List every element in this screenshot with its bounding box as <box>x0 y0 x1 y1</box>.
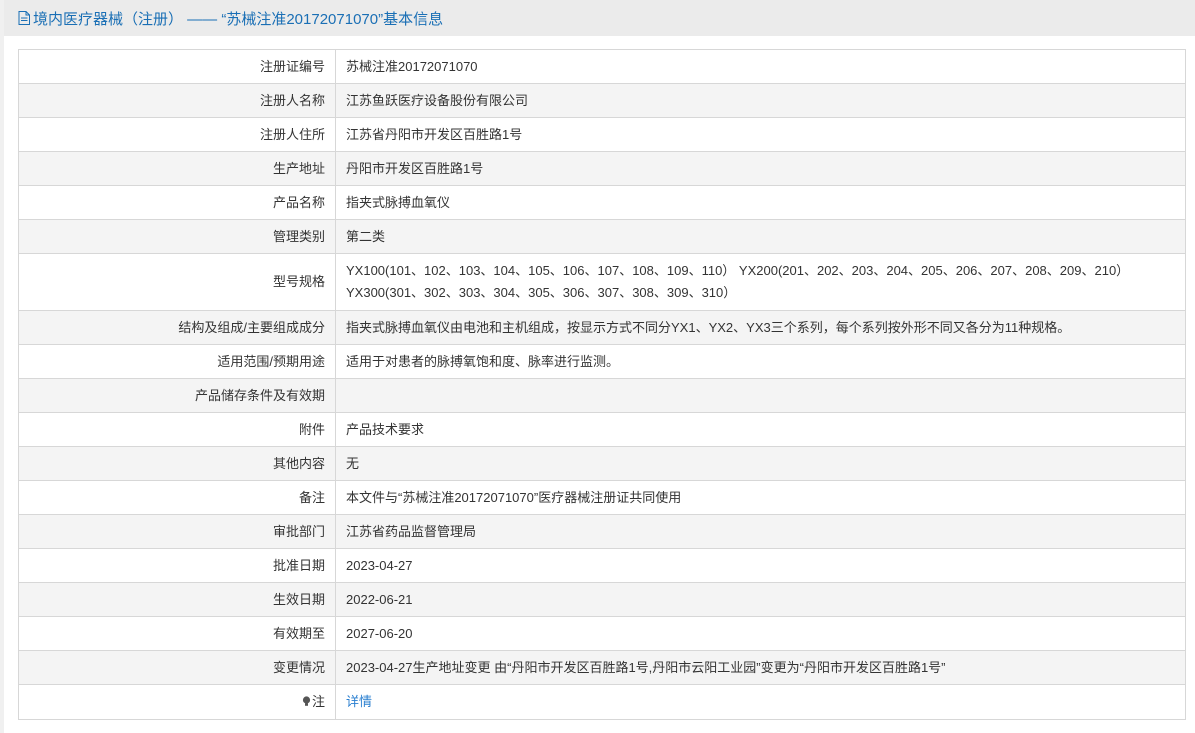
row-value: 苏械注准20172071070 <box>335 49 1186 84</box>
row-value: 无 <box>335 446 1186 481</box>
row-label: 型号规格 <box>18 253 336 311</box>
table-row: 生产地址 丹阳市开发区百胜路1号 <box>18 151 1186 186</box>
row-label: 生产地址 <box>18 151 336 186</box>
row-value: 2027-06-20 <box>335 616 1186 651</box>
note-row: 注 详情 <box>18 684 1186 720</box>
table-row: 注册证编号 苏械注准20172071070 <box>18 49 1186 84</box>
table-row: 其他内容无 <box>18 446 1186 481</box>
row-value: 2023-04-27 <box>335 548 1186 583</box>
row-label: 注册人住所 <box>18 117 336 152</box>
row-label: 管理类别 <box>18 219 336 254</box>
info-panel: 注册证编号 苏械注准20172071070 注册人名称 江苏鱼跃医疗设备股份有限公司注… <box>4 36 1195 733</box>
row-label: 批准日期 <box>18 548 336 583</box>
table-row: 附件 产品技术要求 <box>18 412 1186 447</box>
table-row: 有效期至 2027-06-20 <box>18 616 1186 651</box>
note-label: 注 <box>311 694 325 709</box>
detail-link[interactable]: 详情 <box>346 694 372 709</box>
row-value: 适用于对患者的脉搏氧饱和度、脉率进行监测。 <box>335 344 1186 379</box>
lightbulb-icon <box>302 696 311 706</box>
row-value: 丹阳市开发区百胜路1号 <box>335 151 1186 186</box>
table-row: 产品储存条件及有效期 <box>18 378 1186 413</box>
row-value: 江苏省丹阳市开发区百胜路1号 <box>335 117 1186 152</box>
row-label: 产品储存条件及有效期 <box>18 378 336 413</box>
table-row: 管理类别 第二类 <box>18 219 1186 254</box>
row-value: 本文件与“苏械注准20172071070”医疗器械注册证共同使用 <box>335 480 1186 515</box>
note-label-cell: 注 <box>18 684 336 720</box>
page-title: 境内医疗器械（注册） —— “苏械注准20172071070”基本信息 <box>33 10 444 28</box>
table-row: 适用范围/预期用途 适用于对患者的脉搏氧饱和度、脉率进行监测。 <box>18 344 1186 379</box>
row-value: 指夹式脉搏血氧仪由电池和主机组成，按显示方式不同分YX1、YX2、YX3三个系列… <box>335 310 1186 345</box>
row-label: 结构及组成/主要组成成分 <box>18 310 336 345</box>
row-label: 产品名称 <box>18 185 336 220</box>
table-row: 审批部门 江苏省药品监督管理局 <box>18 514 1186 549</box>
row-label: 变更情况 <box>18 650 336 685</box>
row-label: 注册人名称 <box>18 83 336 118</box>
row-value: 第二类 <box>335 219 1186 254</box>
table-row: 备注 本文件与“苏械注准20172071070”医疗器械注册证共同使用 <box>18 480 1186 515</box>
row-value: 产品技术要求 <box>335 412 1186 447</box>
table-row: 结构及组成/主要组成成分 指夹式脉搏血氧仪由电池和主机组成，按显示方式不同分YX1… <box>18 310 1186 345</box>
page-header: 境内医疗器械（注册） —— “苏械注准20172071070”基本信息 <box>4 0 1195 36</box>
row-value: 指夹式脉搏血氧仪 <box>335 185 1186 220</box>
row-label: 附件 <box>18 412 336 447</box>
row-value: 2022-06-21 <box>335 582 1186 617</box>
row-label: 生效日期 <box>18 582 336 617</box>
info-table: 注册证编号 苏械注准20172071070 注册人名称 江苏鱼跃医疗设备股份有限公司注… <box>18 49 1186 720</box>
row-value: 2023-04-27生产地址变更 由“丹阳市开发区百胜路1号,丹阳市云阳工业园”… <box>335 650 1186 685</box>
table-row: 型号规格 YX100(101、102、103、104、105、106、107、10… <box>18 253 1186 311</box>
row-label: 其他内容 <box>18 446 336 481</box>
row-label: 适用范围/预期用途 <box>18 344 336 379</box>
row-value: 江苏鱼跃医疗设备股份有限公司 <box>335 83 1186 118</box>
note-value-cell: 详情 <box>335 684 1186 720</box>
table-row: 注册人名称 江苏鱼跃医疗设备股份有限公司 <box>18 83 1186 118</box>
table-row: 产品名称 指夹式脉搏血氧仪 <box>18 185 1186 220</box>
row-value: 江苏省药品监督管理局 <box>335 514 1186 549</box>
row-label: 有效期至 <box>18 616 336 651</box>
table-row: 生效日期 2022-06-21 <box>18 582 1186 617</box>
table-row: 变更情况 2023-04-27生产地址变更 由“丹阳市开发区百胜路1号,丹阳市云阳… <box>18 650 1186 685</box>
document-icon <box>18 11 30 25</box>
table-row: 注册人住所 江苏省丹阳市开发区百胜路1号 <box>18 117 1186 152</box>
row-label: 注册证编号 <box>18 49 336 84</box>
row-value: YX100(101、102、103、104、105、106、107、108、10… <box>335 253 1186 311</box>
table-row: 批准日期 2023-04-27 <box>18 548 1186 583</box>
row-label: 审批部门 <box>18 514 336 549</box>
row-value <box>335 378 1186 413</box>
row-label: 备注 <box>18 480 336 515</box>
